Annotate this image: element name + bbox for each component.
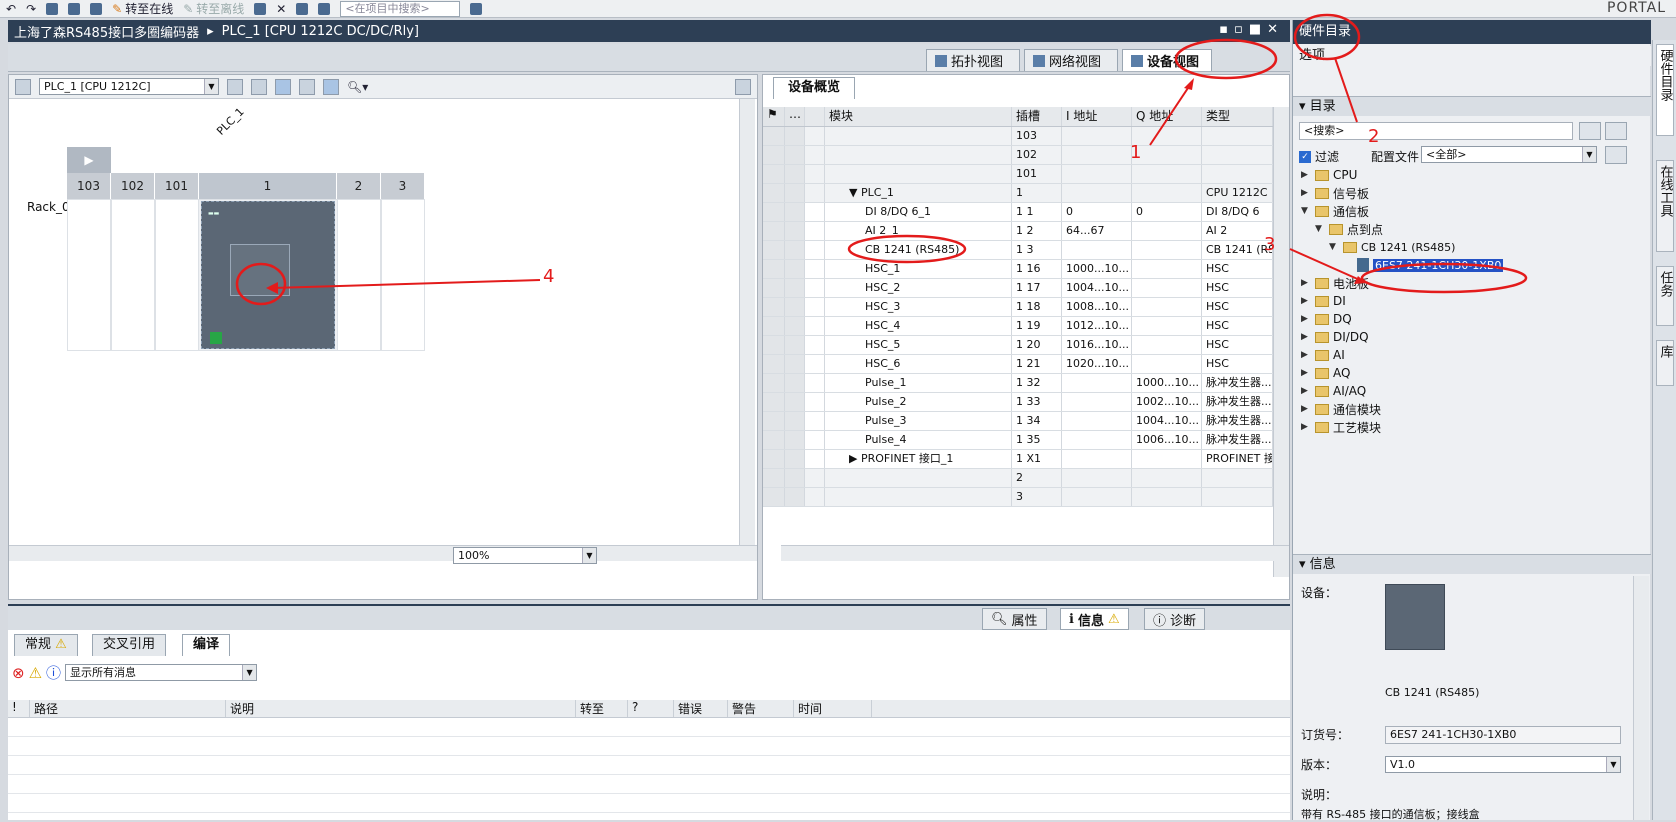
annotation-arrow-3 <box>1289 248 1363 282</box>
annotation-arrowhead-1 <box>1184 78 1194 90</box>
annotation-arrow-2 <box>1334 57 1358 123</box>
annotation-circle-catalog <box>1293 13 1361 61</box>
annotation-label-4: 4 <box>543 266 555 287</box>
annotation-circle-order-number <box>1360 262 1528 294</box>
annotation-circle-cb1241 <box>847 234 967 264</box>
annotation-circle-device-view <box>1174 38 1278 80</box>
annotation-arrow-4 <box>271 279 541 289</box>
annotation-label-2: 2 <box>1368 126 1380 147</box>
annotation-label-1: 1 <box>1130 142 1142 163</box>
annotation-label-3: 3 <box>1264 234 1276 255</box>
annotation-layer <box>235 13 1528 306</box>
annotation-arrowhead-4 <box>266 282 278 294</box>
annotation-arrow-1 <box>1149 81 1193 146</box>
